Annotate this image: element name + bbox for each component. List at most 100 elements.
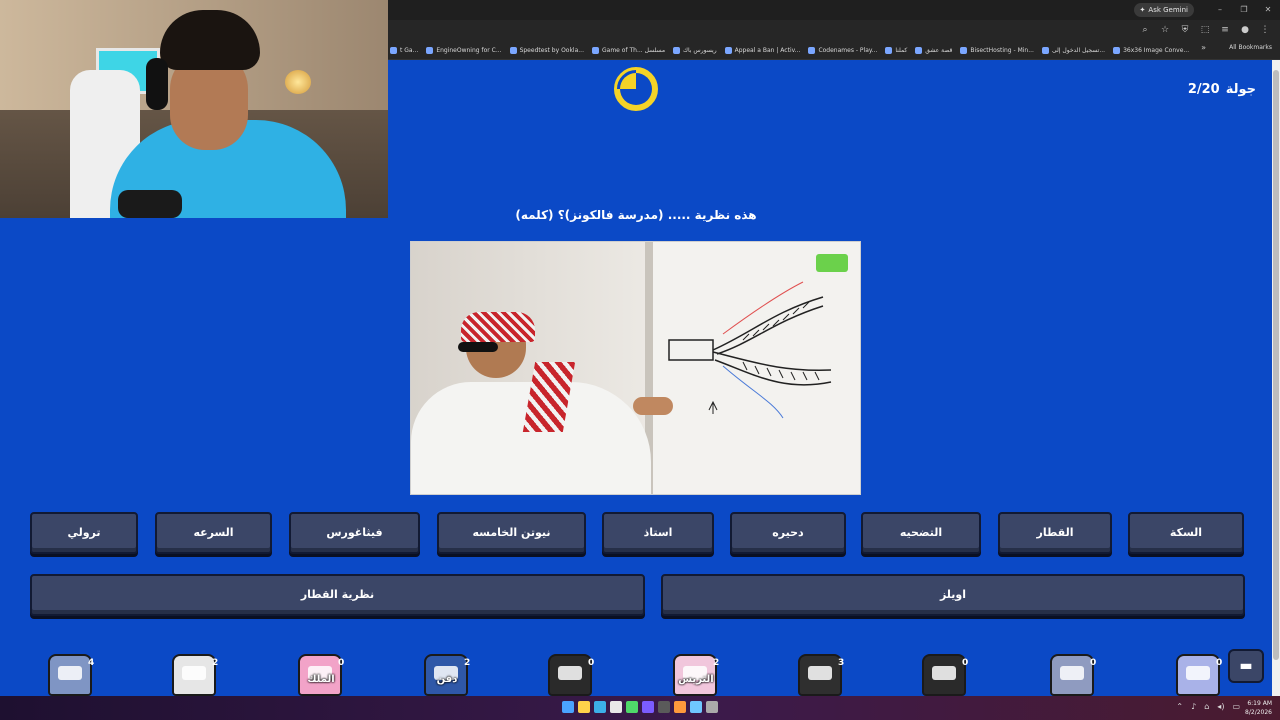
- round-timer: [614, 67, 658, 111]
- avatar: الملك: [298, 654, 342, 696]
- bookmark-item[interactable]: EngineOwning for C...: [426, 46, 502, 54]
- bookmark-item[interactable]: كملنا: [885, 46, 907, 54]
- player-avatar[interactable]: 0: [1176, 648, 1226, 696]
- avatar: [922, 654, 966, 696]
- bookmark-favicon-icon: [724, 46, 732, 54]
- player-avatar[interactable]: 0: [1050, 648, 1100, 696]
- player-avatar[interactable]: 0: [922, 648, 972, 696]
- player-score: 0: [1216, 658, 1223, 668]
- bookmark-item[interactable]: Codenames - Play...: [808, 46, 878, 54]
- shield-icon[interactable]: ⛨: [1178, 23, 1192, 37]
- bookmark-item[interactable]: Speedtest by Ookla...: [509, 46, 584, 54]
- webcam-headset: [146, 58, 168, 110]
- player-avatar[interactable]: 2: [172, 648, 222, 696]
- app-icon-2[interactable]: [658, 701, 670, 713]
- avatar-name-badge: دفن: [436, 674, 458, 685]
- bookmark-favicon-icon: [426, 46, 434, 54]
- tab-search-icon[interactable]: ≡: [1218, 23, 1232, 37]
- network-icon[interactable]: ⌂: [1204, 702, 1209, 711]
- discord-icon[interactable]: [642, 701, 654, 713]
- app-icon-4[interactable]: [690, 701, 702, 713]
- bookmark-item[interactable]: ريسورس باك: [673, 46, 717, 54]
- bookmark-item[interactable]: 36x36 Image Conve...: [1113, 46, 1190, 54]
- game-background-left: [0, 218, 388, 696]
- bookmark-item[interactable]: BisectHosting - Min...: [960, 46, 1034, 54]
- answer-button[interactable]: القطار: [998, 512, 1112, 554]
- profile-icon[interactable]: ●: [1238, 23, 1252, 37]
- taskbar-apps: [562, 701, 718, 713]
- player-score: 0: [962, 658, 969, 668]
- player-avatar[interactable]: التريس 2: [673, 648, 723, 696]
- screen: ✦ Ask Gemini – ❐ ✕ ⌕ ☆ ⛨ ⬚ ≡ ● ⋮ t Ga...…: [0, 0, 1280, 720]
- edge-icon[interactable]: [594, 701, 606, 713]
- player-score: 0: [338, 658, 345, 668]
- chrome-icon[interactable]: [626, 701, 638, 713]
- chevron-up-icon[interactable]: ⌃: [1176, 702, 1183, 711]
- player-avatar[interactable]: 4: [48, 648, 98, 696]
- answer-button[interactable]: اويلز: [661, 574, 1245, 616]
- page-scrollbar[interactable]: [1272, 60, 1280, 696]
- menu-icon[interactable]: ⋮: [1258, 23, 1272, 37]
- answer-button[interactable]: دحيره: [730, 512, 846, 554]
- player-score: 2: [464, 658, 471, 668]
- system-clock[interactable]: 6:19 AM 8/2/2026: [1245, 699, 1272, 717]
- bookmark-item[interactable]: Appeal a Ban | Activ...: [724, 46, 800, 54]
- avatar: التريس: [673, 654, 717, 696]
- bookmark-label: Codenames - Play...: [818, 46, 878, 54]
- star-icon[interactable]: ☆: [1158, 23, 1172, 37]
- system-tray: ⌃ ♪ ⌂ ◂) ▭: [1176, 702, 1240, 711]
- player-avatar[interactable]: 0: [548, 648, 598, 696]
- avatar: [172, 654, 216, 696]
- toolbar-icons: ⌕ ☆ ⛨ ⬚ ≡ ● ⋮: [1138, 23, 1272, 37]
- bookmark-item[interactable]: قصة عشق: [915, 46, 953, 54]
- bookmark-label: 36x36 Image Conve...: [1123, 46, 1190, 54]
- avatar: دفن: [424, 654, 468, 696]
- player-score: 0: [588, 658, 595, 668]
- app-icon-3[interactable]: [674, 701, 686, 713]
- minimize-icon[interactable]: –: [1208, 0, 1232, 20]
- answer-button[interactable]: ترولي: [30, 512, 138, 554]
- bookmark-favicon-icon: [960, 46, 968, 54]
- bookmark-item[interactable]: Game of Th... مسلسل: [592, 46, 666, 54]
- bookmark-favicon-icon: [390, 46, 397, 54]
- file-explorer-icon[interactable]: [578, 701, 590, 713]
- answer-button[interactable]: السرعه: [155, 512, 272, 554]
- restore-icon[interactable]: ❐: [1232, 0, 1256, 20]
- scrollbar-thumb[interactable]: [1273, 70, 1279, 660]
- volume-icon[interactable]: ◂): [1217, 702, 1224, 711]
- avatar: [48, 654, 92, 696]
- answer-button[interactable]: التضحيه: [861, 512, 981, 554]
- extensions-icon[interactable]: ⬚: [1198, 23, 1212, 37]
- answer-button[interactable]: نظرية القطار: [30, 574, 645, 616]
- close-icon[interactable]: ✕: [1256, 0, 1280, 20]
- bookmark-favicon-icon: [1113, 46, 1121, 54]
- round-label: جولة: [1225, 82, 1256, 97]
- presenter-headwear: [461, 312, 535, 342]
- bookmark-item[interactable]: تسجيل الدخول إلى...: [1041, 46, 1105, 54]
- mic-icon[interactable]: ♪: [1191, 702, 1196, 711]
- chat-icon: ▬: [1239, 658, 1253, 674]
- answer-button[interactable]: نيوتن الخامسه: [437, 512, 586, 554]
- all-bookmarks-button[interactable]: All Bookmarks: [1229, 44, 1272, 51]
- start-icon[interactable]: [562, 701, 574, 713]
- answer-button[interactable]: فيثاغورس: [289, 512, 420, 554]
- zoom-icon[interactable]: ⌕: [1138, 23, 1152, 37]
- bookmark-label: EngineOwning for C...: [436, 46, 502, 54]
- ask-gemini-button[interactable]: ✦ Ask Gemini: [1133, 3, 1194, 17]
- bookmark-label: قصة عشق: [925, 46, 953, 54]
- whiteboard-drawing: [668, 281, 832, 419]
- answer-button[interactable]: السكة: [1128, 512, 1244, 554]
- bookmark-label: Game of Th... مسلسل: [602, 46, 666, 54]
- chat-button[interactable]: ▬: [1228, 649, 1264, 683]
- player-avatar[interactable]: 3: [798, 648, 848, 696]
- player-avatar[interactable]: دفن 2: [424, 648, 474, 696]
- app-icon-5[interactable]: [706, 701, 718, 713]
- player-avatar[interactable]: الملك 0: [298, 648, 348, 696]
- bookmark-item[interactable]: t Ga...: [390, 46, 418, 54]
- more-bookmarks-icon[interactable]: »: [1201, 43, 1206, 52]
- bookmark-favicon-icon: [885, 46, 893, 54]
- answer-button[interactable]: استاذ: [602, 512, 714, 554]
- battery-icon[interactable]: ▭: [1232, 702, 1240, 711]
- app-icon-1[interactable]: [610, 701, 622, 713]
- player-score: 3: [838, 658, 845, 668]
